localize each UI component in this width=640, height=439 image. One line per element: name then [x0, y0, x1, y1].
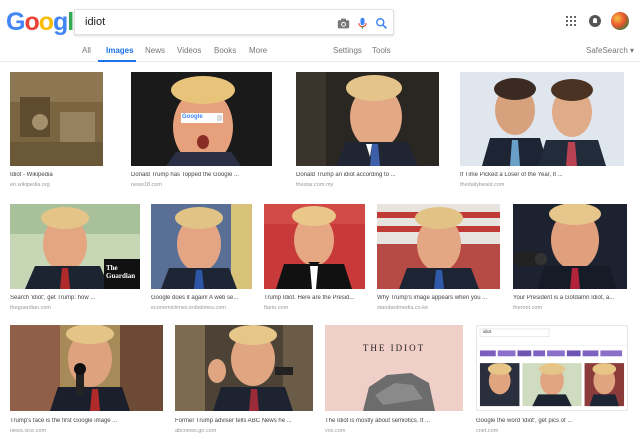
- result-source: theroot.com: [513, 305, 543, 311]
- image-result[interactable]: THE IDIOT The Idiot is mostly about semi…: [325, 325, 463, 439]
- result-caption[interactable]: Your President is a Gotdamn Idiot, a...: [513, 295, 627, 301]
- result-caption[interactable]: Trump Idiot. Here are the Presid...: [264, 295, 365, 301]
- result-source: ftario.com: [264, 305, 289, 311]
- image-result[interactable]: Why Trump's image appears when you ... s…: [377, 204, 500, 314]
- result-source: abcnews.go.com: [175, 428, 217, 434]
- tab-news[interactable]: News: [145, 46, 165, 55]
- tab-books[interactable]: Books: [214, 46, 236, 55]
- image-result[interactable]: Idiot - Wikipedia en.wikipedia.org: [10, 72, 103, 202]
- logo-letter: g: [53, 8, 68, 36]
- result-source: thestar.com.my: [296, 182, 334, 188]
- google-search-mock: Google: [182, 114, 203, 120]
- result-thumbnail[interactable]: [377, 204, 500, 289]
- result-source: vox.com: [325, 428, 346, 434]
- image-result[interactable]: Your President is a Gotdamn Idiot, a... …: [513, 204, 627, 314]
- search-tabs: All Images News Videos Books More Settin…: [0, 40, 640, 62]
- result-caption[interactable]: Search 'idiot', get Trump: how ...: [10, 295, 140, 301]
- result-thumbnail[interactable]: idiot: [476, 325, 628, 411]
- result-thumbnail[interactable]: [10, 72, 103, 166]
- mini-search-query: idiot: [483, 329, 492, 334]
- account-avatar[interactable]: [611, 12, 629, 30]
- result-thumbnail[interactable]: [151, 204, 252, 289]
- tab-videos[interactable]: Videos: [177, 46, 201, 55]
- result-thumbnail[interactable]: THE IDIOT: [325, 325, 463, 411]
- logo-letter: G: [6, 8, 25, 36]
- result-caption[interactable]: Donald Trump an idiot according to ...: [296, 172, 439, 178]
- result-thumbnail[interactable]: [296, 72, 439, 166]
- result-caption[interactable]: The Idiot is mostly about semiotics. It …: [325, 418, 463, 424]
- image-results-grid: Idiot - Wikipedia en.wikipedia.org Googl…: [0, 62, 640, 439]
- image-result[interactable]: Google does it again! A web se... econom…: [151, 204, 252, 314]
- notifications-icon[interactable]: [589, 15, 601, 27]
- result-caption[interactable]: Former Trump adviser tells ABC News he .…: [175, 418, 313, 424]
- result-source: en.wikipedia.org: [10, 182, 50, 188]
- image-result[interactable]: The Guardian Search 'idiot', get Trump: …: [10, 204, 140, 314]
- search-icon[interactable]: [373, 15, 389, 31]
- search-input[interactable]: idiot: [85, 16, 105, 28]
- tab-settings[interactable]: Settings: [333, 46, 362, 55]
- top-bar: Google idiot All Images News Videos Book…: [0, 0, 640, 62]
- result-source: theguardian.com: [10, 305, 51, 311]
- result-caption[interactable]: Why Trump's image appears when you ...: [377, 295, 500, 301]
- logo-letter: o: [38, 8, 54, 36]
- result-source: cnet.com: [476, 428, 499, 434]
- logo-letter: o: [24, 8, 39, 36]
- result-thumbnail[interactable]: [10, 325, 163, 411]
- result-source: news18.com: [131, 182, 162, 188]
- result-source: news.vice.com: [10, 428, 47, 434]
- result-thumbnail[interactable]: [513, 204, 627, 289]
- safesearch-toggle[interactable]: SafeSearch ▾: [586, 46, 634, 55]
- result-caption[interactable]: Google the word 'idiot', get pics of ...: [476, 418, 628, 424]
- result-source: economictimes.indiatimes.com: [151, 305, 226, 311]
- result-thumbnail[interactable]: Google: [131, 72, 272, 166]
- tab-more[interactable]: More: [249, 46, 267, 55]
- result-source: standardmedia.co.ke: [377, 305, 429, 311]
- tab-images[interactable]: Images: [106, 46, 134, 55]
- image-result[interactable]: Google Donald Trump has Topped the Googl…: [131, 72, 272, 202]
- result-caption[interactable]: Google does it again! A web se...: [151, 295, 252, 301]
- image-result[interactable]: idiot Google the word 'idiot', get pics …: [476, 325, 628, 439]
- image-result[interactable]: If Time Picked a Loser of the Year, It .…: [460, 72, 624, 202]
- result-caption[interactable]: Trump's face is the first Google image .…: [10, 418, 163, 424]
- book-title: THE IDIOT: [362, 343, 426, 353]
- safesearch-label: SafeSearch: [586, 46, 628, 55]
- result-thumbnail[interactable]: [175, 325, 313, 411]
- camera-icon[interactable]: [335, 15, 351, 31]
- image-result[interactable]: Trump Idiot. Here are the Presid... ftar…: [264, 204, 365, 314]
- apps-grid-icon[interactable]: [566, 16, 576, 26]
- result-caption[interactable]: If Time Picked a Loser of the Year, It .…: [460, 172, 624, 178]
- result-source: thedailybeast.com: [460, 182, 505, 188]
- image-result[interactable]: Trump's face is the first Google image .…: [10, 325, 163, 439]
- tab-all[interactable]: All: [82, 46, 91, 55]
- tab-tools[interactable]: Tools: [372, 46, 391, 55]
- result-caption[interactable]: Idiot - Wikipedia: [10, 172, 103, 178]
- guardian-logo: The Guardian: [106, 264, 136, 280]
- result-caption[interactable]: Donald Trump has Topped the Google ...: [131, 172, 272, 178]
- image-result[interactable]: Donald Trump an idiot according to ... t…: [296, 72, 439, 202]
- search-box[interactable]: idiot: [74, 9, 394, 35]
- result-thumbnail[interactable]: [460, 72, 624, 166]
- image-result[interactable]: Former Trump adviser tells ABC News he .…: [175, 325, 313, 439]
- mic-icon[interactable]: [354, 15, 370, 31]
- result-thumbnail[interactable]: The Guardian: [10, 204, 140, 289]
- result-thumbnail[interactable]: [264, 204, 365, 289]
